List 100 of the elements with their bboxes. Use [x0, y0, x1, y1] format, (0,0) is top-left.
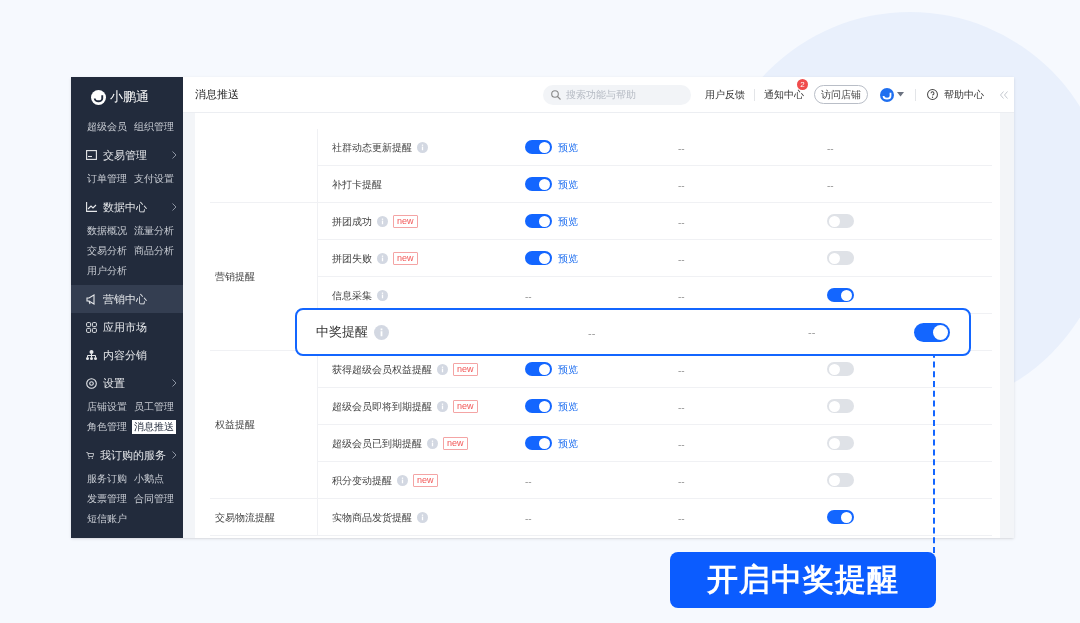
row-title: 社群动态更新提醒: [332, 140, 412, 155]
sidebar-section[interactable]: 设置: [71, 369, 183, 397]
row-title: 超级会员即将到期提醒: [332, 399, 432, 414]
row-title: 实物商品发货提醒: [332, 510, 412, 525]
sidebar-section[interactable]: 应用市场: [71, 313, 183, 341]
sidebar-link[interactable]: 数据概况: [85, 224, 129, 238]
sidebar-link[interactable]: 合同管理: [132, 492, 176, 506]
brand-name: 小鹏通: [110, 88, 149, 107]
table-cell: --: [678, 476, 685, 487]
table-cell: --: [678, 254, 685, 265]
new-tag: new: [393, 251, 418, 265]
info-icon: [437, 363, 448, 375]
toggle-switch[interactable]: [525, 251, 552, 265]
caret-down-icon[interactable]: [897, 92, 904, 97]
new-tag: new: [453, 362, 478, 376]
preview-link[interactable]: 预览: [558, 435, 578, 451]
preview-link[interactable]: 预览: [558, 176, 578, 192]
settings-icon: [86, 377, 97, 389]
row-title: 中奖提醒: [316, 323, 368, 342]
sidebar-link[interactable]: 消息推送: [132, 420, 176, 434]
sidebar-section[interactable]: 交易管理: [71, 141, 183, 169]
table-cell: --: [678, 365, 685, 376]
toggle-switch[interactable]: [827, 288, 854, 302]
row-title: 补打卡提醒: [332, 177, 382, 192]
sidebar-section[interactable]: 我订购的服务: [71, 441, 183, 469]
sidebar-link[interactable]: 发票管理: [85, 492, 129, 506]
toggle-switch[interactable]: [914, 322, 950, 342]
info-icon: [417, 141, 428, 153]
toggle-switch[interactable]: [827, 399, 854, 413]
sidebar-link[interactable]: 交易分析: [85, 244, 129, 258]
table-cell: --: [827, 143, 834, 154]
table-cell: --: [588, 327, 596, 339]
toggle-switch[interactable]: [827, 251, 854, 265]
sidebar-link[interactable]: 用户分析: [85, 264, 129, 278]
table-cell: --: [678, 439, 685, 450]
sidebar-link[interactable]: 流量分析: [132, 224, 176, 238]
toggle-switch[interactable]: [525, 177, 552, 191]
info-icon: [377, 215, 388, 227]
preview-link[interactable]: 预览: [558, 213, 578, 229]
notification-link[interactable]: 通知中心: [764, 89, 804, 100]
sidebar-section[interactable]: 内容分销: [71, 341, 183, 369]
sidebar-link[interactable]: 组织管理: [132, 120, 176, 134]
toggle-switch[interactable]: [827, 214, 854, 228]
new-tag: new: [413, 473, 438, 487]
new-tag: new: [453, 399, 478, 413]
sidebar-link[interactable]: 超级会员: [85, 120, 129, 134]
table-cell: --: [678, 217, 685, 228]
toggle-switch[interactable]: [827, 436, 854, 450]
toggle-switch[interactable]: [525, 436, 552, 450]
preview-link[interactable]: 预览: [558, 250, 578, 266]
preview-link[interactable]: 预览: [558, 398, 578, 414]
toggle-switch[interactable]: [525, 362, 552, 376]
info-icon: [377, 289, 388, 301]
sidebar-link[interactable]: 支付设置: [132, 172, 176, 186]
sidebar-link[interactable]: 店铺设置: [85, 400, 129, 414]
table-cell: --: [678, 513, 685, 524]
chevron-right-icon: [172, 203, 177, 211]
sidebar-link[interactable]: 商品分析: [132, 244, 176, 258]
cart-icon: [86, 449, 94, 461]
info-icon: [427, 437, 438, 449]
table-cell: --: [525, 513, 532, 524]
table-cell: --: [678, 180, 685, 191]
help-icon[interactable]: [927, 89, 938, 100]
hierarchy-icon: [86, 350, 97, 360]
new-tag: new: [393, 214, 418, 228]
page-title: 消息推送: [195, 87, 239, 103]
toggle-switch[interactable]: [827, 362, 854, 376]
info-icon: [417, 511, 428, 523]
table-cell: --: [525, 291, 532, 302]
avatar-icon[interactable]: [880, 87, 894, 102]
card-icon: [86, 150, 97, 160]
preview-link[interactable]: 预览: [558, 361, 578, 377]
table-cell-text: --: [808, 324, 816, 340]
toggle-switch[interactable]: [525, 140, 552, 154]
sidebar-link[interactable]: 服务订购: [85, 472, 129, 486]
toggle-switch[interactable]: [827, 473, 854, 487]
sidebar-link[interactable]: 角色管理: [85, 420, 129, 434]
toggle-switch[interactable]: [525, 399, 552, 413]
help-center-link[interactable]: 帮助中心: [944, 87, 984, 102]
group-cell: 交易物流提醒: [210, 499, 318, 536]
info-icon: [377, 252, 388, 264]
sidebar-link[interactable]: 短信账户: [85, 512, 129, 526]
new-tag: new: [443, 436, 468, 450]
row-title: 获得超级会员权益提醒: [332, 362, 432, 377]
chevron-right-icon: [172, 379, 177, 387]
table-cell: --: [678, 402, 685, 413]
caption-label: 开启中奖提醒: [670, 552, 936, 608]
row-title: 超级会员已到期提醒: [332, 436, 422, 451]
logo-icon: [91, 89, 106, 105]
toggle-switch[interactable]: [525, 214, 552, 228]
sidebar-link[interactable]: 订单管理: [85, 172, 129, 186]
feedback-link[interactable]: 用户反馈: [705, 87, 745, 102]
preview-link[interactable]: 预览: [558, 139, 578, 155]
table-cell: --: [827, 180, 834, 191]
sidebar-section[interactable]: 营销中心: [71, 285, 183, 313]
sidebar-link[interactable]: 小鹅点: [132, 472, 166, 486]
toggle-switch[interactable]: [827, 510, 854, 524]
sidebar-section[interactable]: 数据中心: [71, 193, 183, 221]
sidebar-link[interactable]: 员工管理: [132, 400, 176, 414]
info-icon: [437, 400, 448, 412]
